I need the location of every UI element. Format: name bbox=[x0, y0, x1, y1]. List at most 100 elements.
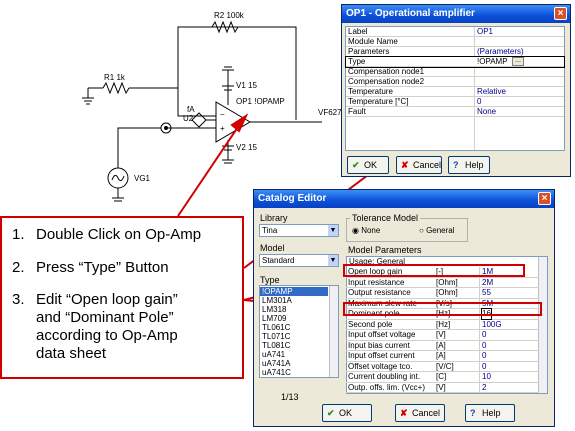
u2-label: U2 bbox=[183, 114, 194, 123]
param-unit: [A] bbox=[436, 351, 446, 360]
svg-text:+: + bbox=[220, 124, 225, 133]
param-value[interactable]: 100G bbox=[482, 320, 502, 330]
param-row[interactable]: Input bias current [A] 0 bbox=[346, 340, 539, 351]
close-icon[interactable]: × bbox=[554, 7, 567, 20]
cross-icon: ✘ bbox=[400, 408, 408, 418]
param-row[interactable]: Input offset current [A] 0 bbox=[346, 351, 539, 362]
params-scrollbar[interactable] bbox=[538, 257, 547, 393]
param-value[interactable]: 10 bbox=[482, 372, 491, 382]
prop-row[interactable]: Label OP1 bbox=[346, 27, 564, 37]
param-name: Outp. offs. lim. (Vcc+) bbox=[348, 382, 425, 392]
param-name: Input offset current bbox=[348, 351, 415, 360]
param-value[interactable]: 2 bbox=[482, 383, 486, 393]
param-unit: [V] bbox=[436, 382, 446, 392]
instructions-box: 1. Double Click on Op-Amp 2. Press “Type” … bbox=[0, 216, 244, 379]
op-ok-button[interactable]: ✔ OK bbox=[347, 156, 389, 174]
v1-label: V1 15 bbox=[236, 81, 257, 90]
type-button[interactable]: ... bbox=[512, 57, 524, 66]
param-name: Offset voltage tco. bbox=[348, 361, 413, 371]
prop-row[interactable]: Compensation node2 bbox=[346, 77, 564, 87]
prop-row[interactable]: Compensation node1 bbox=[346, 67, 564, 77]
op-dialog-title: OP1 - Operational amplifier bbox=[346, 8, 475, 19]
list-item[interactable]: uA741A bbox=[262, 359, 290, 368]
library-select[interactable]: Tina ▼ bbox=[259, 224, 339, 237]
fa-label: fA bbox=[187, 105, 195, 114]
question-icon: ? bbox=[470, 408, 476, 418]
type-list[interactable]: !OPAMP LM301A LM318 LM709 TL061C TL071C … bbox=[259, 285, 339, 378]
param-row[interactable]: Second pole [Hz] 100G bbox=[346, 319, 539, 330]
param-row[interactable]: Current doubling int. [C] 10 bbox=[346, 372, 539, 383]
tol-general-radio[interactable]: ○ General bbox=[419, 226, 455, 235]
catalog-cancel-button[interactable]: ✘ Cancel bbox=[395, 404, 445, 422]
checkmark-icon: ✔ bbox=[327, 408, 335, 418]
type-label: Type bbox=[260, 275, 280, 285]
param-unit: [V] bbox=[436, 330, 446, 339]
checkmark-icon: ✔ bbox=[352, 160, 360, 170]
catalog-help-button[interactable]: ? Help bbox=[465, 404, 515, 422]
prop-row[interactable]: Module Name bbox=[346, 37, 564, 47]
param-row[interactable]: Output resistance [Ohm] 55 bbox=[346, 288, 539, 299]
model-params-label: Model Parameters bbox=[348, 245, 422, 255]
prop-row-type[interactable]: Type !OPAMP ... bbox=[345, 56, 565, 68]
r1-label: R1 1k bbox=[104, 73, 126, 82]
list-item[interactable]: TL061C bbox=[262, 323, 290, 332]
param-row[interactable]: Outp. offs. lim. (Vcc+) [V] 2 bbox=[346, 382, 539, 393]
tolerance-title: Tolerance Model bbox=[350, 213, 421, 223]
model-label: Model bbox=[260, 243, 285, 253]
schematic-wires bbox=[82, 20, 322, 202]
svg-text:−: − bbox=[220, 110, 225, 119]
prop-row[interactable]: Temperature [°C] 0 bbox=[346, 97, 564, 107]
param-value[interactable]: 0 bbox=[482, 330, 486, 340]
param-value[interactable]: 0 bbox=[482, 362, 486, 372]
param-row[interactable]: Input offset voltage [V] 0 bbox=[346, 330, 539, 341]
list-item[interactable]: uA741 bbox=[262, 350, 285, 359]
step-1: 1. Double Click on Op-Amp bbox=[12, 226, 202, 243]
param-name: Input resistance bbox=[348, 277, 405, 287]
param-unit: [Hz] bbox=[436, 319, 451, 329]
catalog-ok-button[interactable]: ✔ OK bbox=[322, 404, 372, 422]
param-value[interactable]: 55 bbox=[482, 288, 491, 298]
library-label: Library bbox=[260, 213, 288, 223]
v2-label: V2 15 bbox=[236, 143, 257, 152]
type-list-scrollbar[interactable] bbox=[329, 286, 338, 377]
vg1-label: VG1 bbox=[134, 174, 151, 183]
chevron-down-icon: ▼ bbox=[328, 225, 338, 236]
output-label: VF627 bbox=[318, 108, 342, 117]
list-item[interactable]: LM318 bbox=[262, 305, 286, 314]
op-help-button[interactable]: ? Help bbox=[448, 156, 490, 174]
question-icon: ? bbox=[453, 160, 459, 170]
param-unit: [A] bbox=[436, 340, 446, 350]
param-row[interactable]: Input resistance [Ohm] 2M bbox=[346, 277, 539, 288]
tol-none-radio[interactable]: ◉ None bbox=[352, 226, 380, 235]
op-amp-dialog: OP1 - Operational amplifier × Label OP1 M… bbox=[341, 4, 571, 177]
list-item[interactable]: LM709 bbox=[262, 314, 286, 323]
param-unit: [Ohm] bbox=[436, 288, 458, 297]
list-item[interactable]: TL081C bbox=[262, 341, 290, 350]
op-dialog-titlebar[interactable]: OP1 - Operational amplifier bbox=[342, 5, 570, 23]
param-value[interactable]: 2M bbox=[482, 278, 493, 288]
dominant-pole-highlight bbox=[343, 302, 542, 316]
catalog-titlebar[interactable]: Catalog Editor bbox=[254, 190, 554, 208]
param-rows: Open loop gain [-] 1M Input resistance [Ohm]… bbox=[346, 267, 539, 394]
step-3-line-4: data sheet bbox=[36, 345, 107, 362]
prop-row[interactable]: Temperature Relative bbox=[346, 87, 564, 97]
param-value[interactable]: 0 bbox=[482, 341, 486, 351]
list-item[interactable]: uA741C bbox=[262, 368, 291, 377]
param-name: Input bias current bbox=[348, 340, 410, 350]
prop-row[interactable]: Fault None bbox=[346, 107, 564, 117]
op-cancel-button[interactable]: ✘ Cancel bbox=[396, 156, 442, 174]
model-select[interactable]: Standard ▼ bbox=[259, 254, 339, 267]
list-item[interactable]: LM301A bbox=[262, 296, 292, 305]
close-icon[interactable]: × bbox=[538, 192, 551, 205]
step-3: 3. Edit “Open loop gain” bbox=[12, 291, 178, 308]
param-name: Input offset voltage bbox=[348, 330, 416, 339]
chevron-down-icon: ▼ bbox=[328, 255, 338, 266]
param-row[interactable]: Offset voltage tco. [V/C] 0 bbox=[346, 361, 539, 372]
param-name: Output resistance bbox=[348, 288, 411, 297]
param-value[interactable]: 0 bbox=[482, 351, 486, 361]
param-unit: [C] bbox=[436, 372, 447, 381]
open-loop-gain-highlight bbox=[343, 264, 525, 277]
prop-row[interactable]: Parameters (Parameters) bbox=[346, 47, 564, 57]
list-item[interactable]: TL071C bbox=[262, 332, 290, 341]
list-item[interactable]: !OPAMP bbox=[260, 287, 328, 296]
